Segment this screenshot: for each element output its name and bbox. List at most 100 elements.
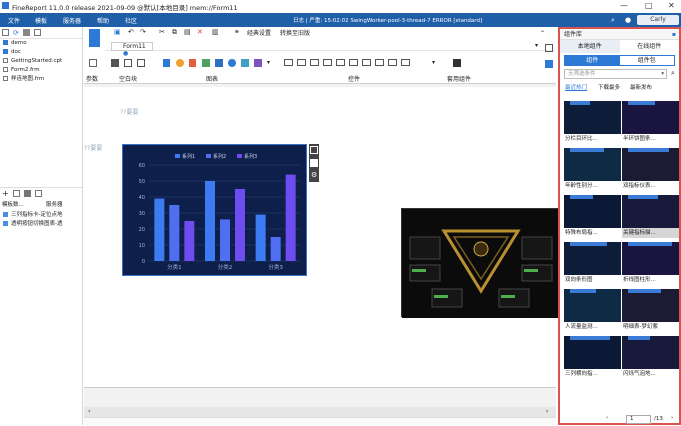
menu-help[interactable]: 帮助 xyxy=(97,16,109,25)
component-card[interactable]: 双指标仪表... xyxy=(622,140,679,189)
tab-server-data[interactable]: 服务器 xyxy=(38,200,82,210)
format-icon[interactable]: ▥ xyxy=(212,28,219,36)
classic-settings-button[interactable]: 经典设置 xyxy=(247,28,271,37)
template-icon[interactable] xyxy=(89,29,100,47)
blank-block-3-icon[interactable] xyxy=(137,59,145,67)
log-message[interactable]: 日志 | 严重: 15:02:02 SwingWorker-pool-3-thr… xyxy=(293,16,482,24)
cut-icon[interactable]: ✂ xyxy=(159,28,165,36)
component-card[interactable]: 关键指标描... xyxy=(622,187,679,238)
map-chart-icon[interactable] xyxy=(241,59,249,67)
chart-dropdown-icon[interactable]: ▾ xyxy=(267,59,270,66)
tree-item[interactable]: 样连地图.frm xyxy=(0,75,82,84)
widget-dropdown-icon[interactable]: ▾ xyxy=(432,59,435,66)
menu-server[interactable]: 服务器 xyxy=(63,16,81,25)
refresh-icon[interactable]: ⟳ xyxy=(13,29,19,37)
component-card[interactable]: 双向条形图 xyxy=(564,234,621,283)
search-components-icon[interactable]: ⌕ xyxy=(671,69,675,78)
component-card[interactable]: 年龄性别分... xyxy=(564,140,621,189)
page-input[interactable]: 1 xyxy=(626,415,651,424)
component-card[interactable]: 人流量监测... xyxy=(564,281,621,330)
switch-old-button[interactable]: 转换至旧版 xyxy=(280,28,310,37)
horizontal-scrollbar[interactable]: ‹ › xyxy=(84,407,556,417)
pin-icon[interactable]: ▪ xyxy=(672,29,676,40)
component-card[interactable]: 三列横向指... xyxy=(564,328,621,377)
sort-hot[interactable]: 最近热门 xyxy=(565,83,587,91)
widget-number-icon[interactable] xyxy=(323,59,332,66)
bell-icon[interactable]: ● xyxy=(625,16,631,24)
dataset-item[interactable]: 透明按钮切换图表-透 xyxy=(0,220,82,229)
component-card[interactable]: 半环饼图条... xyxy=(622,93,679,142)
tab-template-data[interactable]: 模板数... xyxy=(0,200,38,210)
bar-chart-icon[interactable] xyxy=(163,59,170,67)
copy-icon[interactable]: ⧉ xyxy=(172,28,177,36)
undo-icon[interactable]: ↶ xyxy=(128,28,134,36)
scroll-left-icon[interactable]: ‹ xyxy=(88,408,90,415)
delete-icon[interactable]: ✕ xyxy=(197,28,203,36)
component-lib-icon[interactable] xyxy=(545,60,553,68)
column-chart-icon[interactable] xyxy=(189,59,196,67)
paste-icon[interactable]: ▤ xyxy=(184,28,191,36)
component-card[interactable]: 折线图柱形... xyxy=(622,234,679,283)
menu-file[interactable]: 文件 xyxy=(8,16,20,25)
widget-tab-icon[interactable] xyxy=(401,59,410,66)
tab-list-icon[interactable]: ▾ xyxy=(535,42,538,49)
user-button[interactable]: Carly xyxy=(637,15,679,25)
tab-local-components[interactable]: 本地组件 xyxy=(560,40,620,53)
preview-icon[interactable] xyxy=(34,190,42,197)
parameter-icon[interactable] xyxy=(89,59,97,67)
tab-online-components[interactable]: 在线组件 xyxy=(620,40,680,53)
add-icon[interactable]: + xyxy=(2,189,9,198)
edit-icon[interactable] xyxy=(12,190,20,197)
save-icon[interactable]: ▣ xyxy=(114,28,121,36)
pie-chart-icon[interactable] xyxy=(176,59,184,67)
sort-downloads[interactable]: 下载最多 xyxy=(598,83,620,91)
filter-select[interactable]: 无筛选条件 ▾ xyxy=(564,69,667,79)
settings-gear-icon[interactable]: ⚙ xyxy=(311,171,317,179)
menu-community[interactable]: 社区 xyxy=(125,16,137,25)
blank-block-2-icon[interactable] xyxy=(124,59,132,67)
dataset-item[interactable]: 三列指标卡-定位点地 xyxy=(0,211,82,220)
delete-icon[interactable] xyxy=(22,29,30,36)
edit-widget-icon[interactable] xyxy=(310,146,318,154)
prev-page-icon[interactable]: ‹ xyxy=(606,415,608,421)
widget-date-icon[interactable] xyxy=(349,59,358,66)
tree-item[interactable]: GettingStarted.cpt xyxy=(0,57,82,66)
blank-block-1-icon[interactable] xyxy=(111,59,119,67)
panel-toggle-icon[interactable] xyxy=(545,44,553,52)
widget-combo-icon[interactable] xyxy=(336,59,345,66)
lock-icon[interactable] xyxy=(310,159,318,167)
link-icon[interactable]: ⚭ xyxy=(234,28,240,36)
widget-checkbox-icon[interactable] xyxy=(362,59,371,66)
area-chart-icon[interactable] xyxy=(215,59,223,67)
gauge-chart-icon[interactable] xyxy=(228,59,236,67)
sort-newest[interactable]: 最新发布 xyxy=(630,83,652,91)
widget-button-icon[interactable] xyxy=(297,59,306,66)
component-card[interactable]: 明细表-梦幻紫 xyxy=(622,281,679,330)
tab-form11[interactable]: Form11 ● xyxy=(111,42,153,57)
collapse-ribbon-icon[interactable]: ⌃ xyxy=(540,30,545,37)
widget-label-icon[interactable] xyxy=(284,59,293,66)
widget-radio-icon[interactable] xyxy=(375,59,384,66)
component-card[interactable]: 特殊布局指... xyxy=(564,187,621,236)
subtab-component[interactable]: 组件 xyxy=(565,56,620,65)
tree-item[interactable]: demo xyxy=(0,39,82,48)
more-chart-icon[interactable] xyxy=(254,59,262,67)
delete-dataset-icon[interactable] xyxy=(23,190,31,197)
locate-icon[interactable] xyxy=(33,29,41,36)
minimize-icon[interactable]: — xyxy=(620,1,628,10)
chart-widget[interactable]: 0 10 20 30 40 50 60 分类1 分类2 分类3 系列1 系列2 系列3 xyxy=(122,144,307,276)
widget-tree-icon[interactable] xyxy=(388,59,397,66)
menu-template[interactable]: 模板 xyxy=(35,16,47,25)
widget-textfield-icon[interactable] xyxy=(310,59,319,66)
redo-icon[interactable]: ↷ xyxy=(140,28,146,36)
component-card[interactable]: 闪烁气泡地... xyxy=(622,328,679,377)
component-card[interactable]: 分栏目环比... xyxy=(564,93,621,142)
scroll-right-icon[interactable]: › xyxy=(546,408,548,415)
new-folder-icon[interactable] xyxy=(2,29,9,36)
subtab-package[interactable]: 组件包 xyxy=(620,56,675,65)
search-icon[interactable]: ⌕ xyxy=(611,16,615,25)
close-icon[interactable]: ✕ xyxy=(668,1,675,10)
maximize-icon[interactable]: □ xyxy=(645,1,653,10)
tree-item[interactable]: doc xyxy=(0,48,82,57)
tree-item[interactable]: Form2.frm xyxy=(0,66,82,75)
